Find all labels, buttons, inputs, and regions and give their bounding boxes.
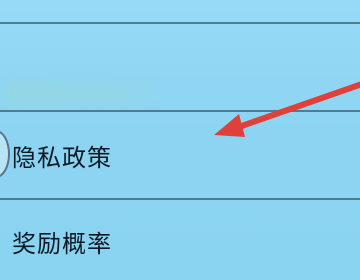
list-item-privacy-policy[interactable]: 隐私政策: [0, 112, 360, 198]
privacy-policy-label: 隐私政策: [12, 144, 112, 172]
list-item-reward-probability[interactable]: 奖励概率: [0, 200, 360, 280]
settings-screen: 隐私政策 奖励概率: [0, 0, 360, 280]
blurred-item-label: [6, 81, 156, 105]
list-item-top-partial[interactable]: [0, 0, 360, 22]
list-item-blurred[interactable]: [0, 24, 360, 108]
reward-probability-label: 奖励概率: [12, 230, 112, 258]
